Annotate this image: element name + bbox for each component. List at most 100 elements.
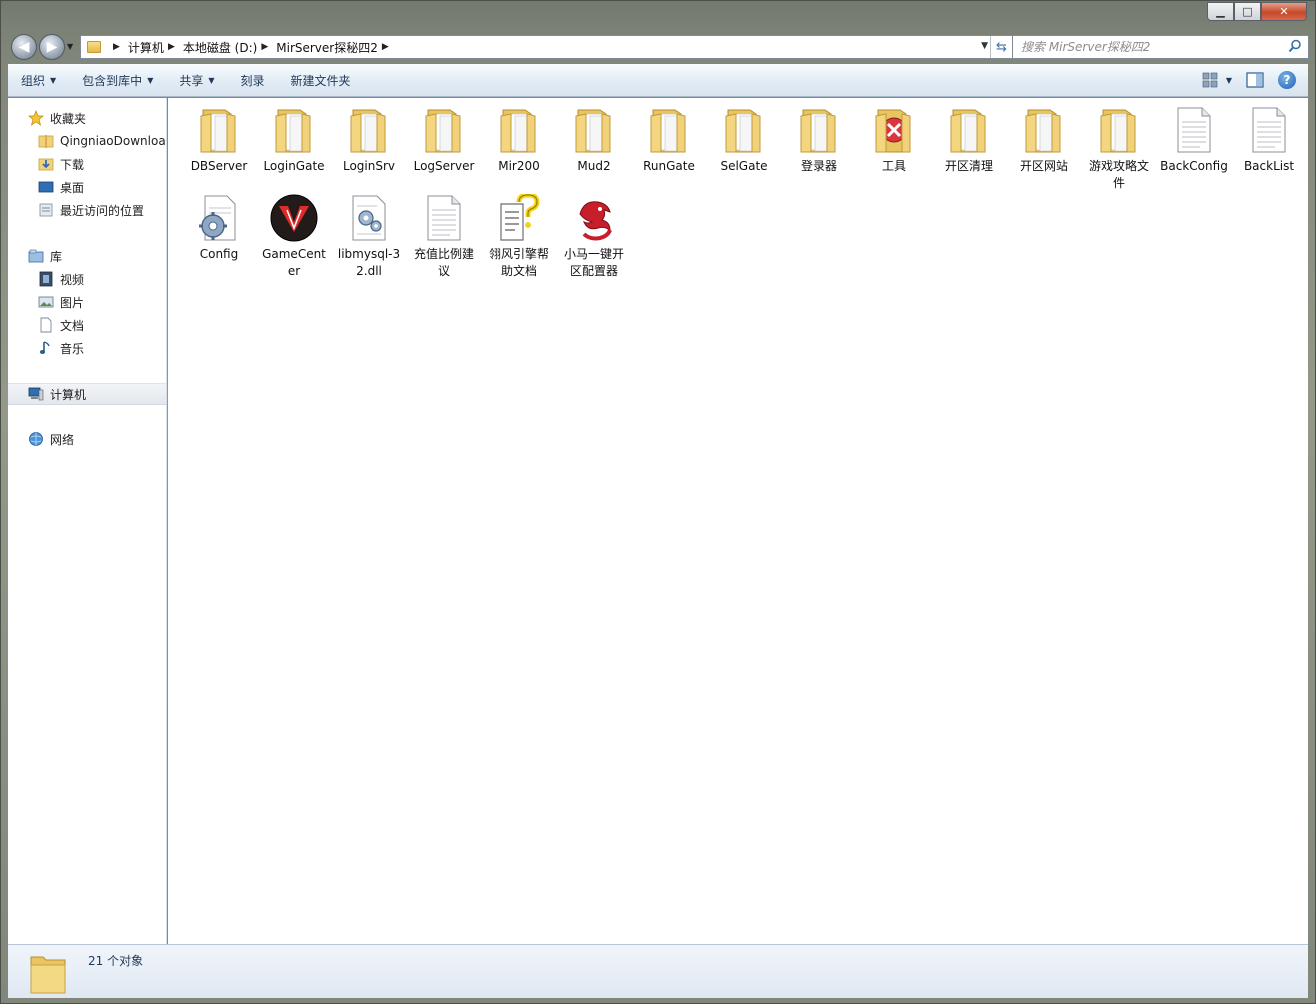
- folder-icon: [1095, 106, 1143, 154]
- nav-item-recent-places[interactable]: 最近访问的位置: [8, 199, 166, 221]
- nav-computer-label: 计算机: [50, 387, 87, 402]
- file-item[interactable]: LogServer: [407, 106, 481, 175]
- folder-icon: [345, 106, 393, 154]
- file-item[interactable]: BackConfig: [1157, 106, 1231, 175]
- preview-pane-icon[interactable]: [1246, 72, 1264, 88]
- folder-icon: [420, 106, 468, 154]
- file-name: 登录器: [800, 159, 837, 173]
- file-item[interactable]: 充值比例建议: [407, 194, 481, 280]
- nav-item-qingniaodownload[interactable]: QingniaoDownload: [8, 130, 166, 152]
- file-item[interactable]: 小马一键开区配置器: [557, 194, 631, 280]
- forward-button[interactable]: ▶: [39, 34, 65, 60]
- file-name: Config: [199, 247, 239, 261]
- file-item[interactable]: Mir200: [482, 106, 556, 175]
- breadcrumb-current-folder[interactable]: MirServer探秘四2: [276, 39, 378, 56]
- close-button[interactable]: ✕: [1261, 2, 1307, 21]
- file-item[interactable]: Mud2: [557, 106, 631, 175]
- file-item[interactable]: 翎风引擎帮助文档: [482, 194, 556, 280]
- help-icon[interactable]: ?: [1278, 71, 1296, 89]
- back-button[interactable]: ◀: [11, 34, 37, 60]
- crumb-separator-icon[interactable]: ▶: [113, 42, 120, 52]
- recent-pages-dropdown[interactable]: ▼: [67, 42, 73, 51]
- file-list-view[interactable]: DBServer LoginGate LoginSrv LogServer Mir200…: [168, 98, 1308, 944]
- breadcrumb-drive[interactable]: 本地磁盘 (D:): [183, 39, 257, 56]
- file-name: SelGate: [720, 159, 768, 173]
- view-options-dropdown[interactable]: ▼: [1226, 76, 1232, 85]
- include-in-library-menu[interactable]: 包含到库中 ▼: [69, 72, 166, 89]
- nav-item-music[interactable]: 音乐: [8, 337, 166, 359]
- organize-label: 组织: [21, 74, 46, 88]
- folder-icon: [645, 106, 693, 154]
- view-controls: ▼ ?: [1188, 71, 1296, 89]
- share-label: 共享: [179, 74, 204, 88]
- dll-file-icon: [345, 194, 393, 242]
- nav-network-label: 网络: [50, 432, 75, 447]
- folder-icon: [30, 956, 66, 994]
- nav-item-desktop[interactable]: 桌面: [8, 176, 166, 198]
- gamecenter-app-icon: [270, 194, 318, 242]
- minimize-button[interactable]: ▁: [1207, 2, 1234, 21]
- nav-item-label: 桌面: [60, 180, 85, 195]
- nav-libraries[interactable]: 库: [8, 245, 166, 267]
- refresh-button[interactable]: ⇆: [990, 36, 1012, 58]
- folder-icon: [38, 133, 54, 149]
- nav-item-videos[interactable]: 视频: [8, 268, 166, 290]
- file-item[interactable]: GameCenter: [257, 194, 331, 280]
- document-icon: [38, 317, 54, 333]
- address-bar[interactable]: ▶ 计算机 ▶ 本地磁盘 (D:) ▶ MirServer探秘四2 ▶ ▼ ⇆: [80, 35, 1013, 59]
- file-item[interactable]: 登录器: [782, 106, 856, 175]
- file-item[interactable]: SelGate: [707, 106, 781, 175]
- nav-favorites[interactable]: 收藏夹: [8, 107, 166, 129]
- file-name: DBServer: [190, 159, 248, 173]
- organize-menu[interactable]: 组织 ▼: [8, 72, 69, 89]
- address-dropdown-icon[interactable]: ▼: [981, 41, 988, 51]
- file-item[interactable]: Config: [182, 194, 256, 263]
- network-icon: [28, 431, 44, 447]
- folder-icon: [570, 106, 618, 154]
- file-item[interactable]: 工具: [857, 106, 931, 175]
- search-input[interactable]: [1021, 40, 1276, 54]
- nav-item-label: 视频: [60, 272, 85, 287]
- status-bar: 21 个对象: [8, 944, 1308, 998]
- file-name: Mud2: [577, 159, 611, 173]
- explorer-window: ▁ □ ✕ ◀ ▶ ▼ ▶ 计算机 ▶ 本地磁盘 (D:) ▶ MirServe…: [0, 0, 1316, 1004]
- file-item[interactable]: LoginSrv: [332, 106, 406, 175]
- nav-item-pictures[interactable]: 图片: [8, 291, 166, 313]
- nav-computer[interactable]: 计算机: [8, 383, 166, 405]
- nav-item-downloads[interactable]: 下载: [8, 153, 166, 175]
- breadcrumb-computer[interactable]: 计算机: [128, 39, 164, 56]
- new-folder-button[interactable]: 新建文件夹: [278, 72, 364, 89]
- file-name: LogServer: [413, 159, 475, 173]
- file-item[interactable]: 开区网站: [1007, 106, 1081, 175]
- nav-network[interactable]: 网络: [8, 428, 166, 450]
- share-menu[interactable]: 共享 ▼: [166, 72, 227, 89]
- folder-icon: [87, 41, 101, 53]
- file-item[interactable]: LoginGate: [257, 106, 331, 175]
- nav-item-documents[interactable]: 文档: [8, 314, 166, 336]
- folder-icon: [945, 106, 993, 154]
- search-icon[interactable]: [1288, 39, 1302, 53]
- navigation-row: ◀ ▶ ▼ ▶ 计算机 ▶ 本地磁盘 (D:) ▶ MirServer探秘四2 …: [9, 32, 1309, 60]
- file-item[interactable]: libmysql-32.dll: [332, 194, 406, 280]
- crumb-separator-icon[interactable]: ▶: [168, 42, 175, 52]
- crumb-separator-icon[interactable]: ▶: [261, 42, 268, 52]
- change-view-icon[interactable]: [1202, 72, 1218, 88]
- burn-button[interactable]: 刻录: [228, 72, 278, 89]
- file-item[interactable]: RunGate: [632, 106, 706, 175]
- file-item[interactable]: 游戏攻略文件: [1082, 106, 1156, 192]
- crumb-separator-icon[interactable]: ▶: [382, 42, 389, 52]
- search-box[interactable]: [1012, 35, 1309, 59]
- file-item[interactable]: DBServer: [182, 106, 256, 175]
- downloads-folder-icon: [38, 156, 54, 172]
- maximize-button[interactable]: □: [1234, 2, 1261, 21]
- file-name: 充值比例建议: [413, 247, 474, 278]
- file-name: Mir200: [498, 159, 540, 173]
- file-item[interactable]: BackList: [1232, 106, 1306, 175]
- item-count: 21 个对象: [88, 954, 144, 968]
- file-item[interactable]: 开区清理: [932, 106, 1006, 175]
- tools-folder-icon: [870, 106, 918, 154]
- folder-icon: [495, 106, 543, 154]
- back-arrow-icon: ◀: [18, 39, 30, 55]
- text-file-icon: [420, 194, 468, 242]
- navigation-pane: 收藏夹 QingniaoDownload 下载 桌面 最近访问的位置 库 视频 …: [8, 98, 167, 944]
